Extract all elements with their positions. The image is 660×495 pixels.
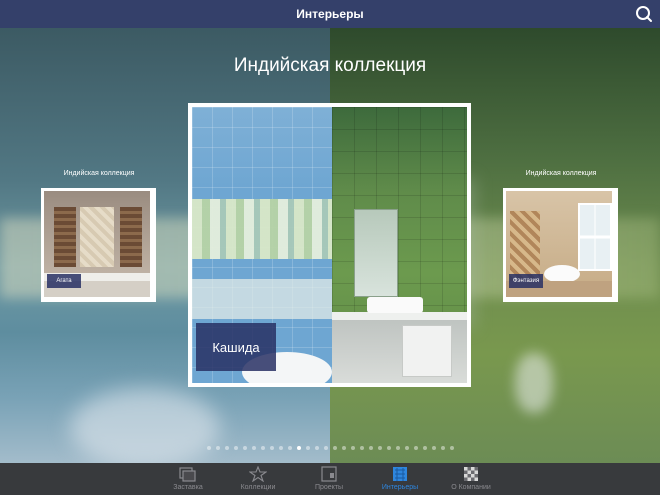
page-dot[interactable] bbox=[269, 446, 274, 450]
page-dot[interactable] bbox=[260, 446, 265, 450]
page-dot[interactable] bbox=[341, 446, 346, 450]
mirror bbox=[354, 209, 398, 297]
page-dot[interactable] bbox=[278, 446, 283, 450]
page-dot[interactable] bbox=[377, 446, 382, 450]
tab-collections[interactable]: Коллекции bbox=[223, 466, 293, 495]
projects-icon bbox=[320, 466, 338, 482]
collection-title: Индийская коллекция bbox=[233, 55, 427, 76]
tab-interiors[interactable]: Интерьеры bbox=[365, 466, 435, 495]
company-icon bbox=[462, 466, 480, 482]
right-interior-card[interactable]: Фэнтазия bbox=[503, 188, 618, 302]
cabinet bbox=[402, 325, 452, 377]
search-button[interactable] bbox=[634, 4, 654, 24]
top-navigation-bar: Интерьеры bbox=[0, 0, 660, 28]
tab-label: Коллекции bbox=[240, 484, 276, 491]
page-dot[interactable] bbox=[287, 446, 292, 450]
tab-projects[interactable]: Проекты bbox=[294, 466, 364, 495]
right-interior-photo: Фэнтазия bbox=[506, 191, 612, 297]
left-card-label: Агата bbox=[47, 274, 81, 288]
tab-company[interactable]: О Компании bbox=[436, 466, 506, 495]
page-dot[interactable] bbox=[314, 446, 319, 450]
left-interior-card[interactable]: Агата bbox=[41, 188, 156, 302]
sink bbox=[367, 297, 423, 313]
main-interior-card[interactable]: Кашида bbox=[188, 103, 471, 387]
page-dot[interactable] bbox=[404, 446, 409, 450]
page-dot[interactable] bbox=[332, 446, 337, 450]
left-card-caption: Индийская коллекция bbox=[63, 170, 135, 177]
page-dot[interactable] bbox=[413, 446, 418, 450]
page-dot[interactable] bbox=[350, 446, 355, 450]
tab-label: О Компании bbox=[451, 484, 491, 491]
page-title: Интерьеры bbox=[296, 7, 364, 21]
interiors-icon bbox=[391, 466, 409, 482]
page-dot[interactable] bbox=[215, 446, 220, 450]
left-interior-photo: Агата bbox=[44, 191, 150, 297]
page-dot-active[interactable] bbox=[296, 446, 301, 450]
page-dot[interactable] bbox=[395, 446, 400, 450]
page-indicator[interactable] bbox=[0, 446, 660, 450]
page-dot[interactable] bbox=[449, 446, 454, 450]
background-bathtub bbox=[70, 388, 220, 463]
star-icon bbox=[249, 466, 267, 482]
page-dot[interactable] bbox=[305, 446, 310, 450]
right-card-caption: Индийская коллекция bbox=[525, 170, 597, 177]
bottom-tab-bar: Заставка Коллекции Проекты Интерьеры О К bbox=[0, 463, 660, 495]
page-dot[interactable] bbox=[206, 446, 211, 450]
page-dot[interactable] bbox=[323, 446, 328, 450]
page-dot[interactable] bbox=[233, 446, 238, 450]
screensaver-icon bbox=[179, 466, 197, 482]
tab-screensaver[interactable]: Заставка bbox=[153, 466, 223, 495]
tab-label: Проекты bbox=[314, 484, 344, 491]
page-dot[interactable] bbox=[422, 446, 427, 450]
page-dot[interactable] bbox=[242, 446, 247, 450]
right-card-label: Фэнтазия bbox=[509, 274, 543, 288]
tab-label: Заставка bbox=[173, 484, 203, 491]
page-dot[interactable] bbox=[386, 446, 391, 450]
page-dot[interactable] bbox=[368, 446, 373, 450]
main-card-label: Кашида bbox=[196, 323, 276, 371]
page-dot[interactable] bbox=[431, 446, 436, 450]
page-dot[interactable] bbox=[224, 446, 229, 450]
background-vase bbox=[515, 353, 553, 413]
page-dot[interactable] bbox=[440, 446, 445, 450]
page-dot[interactable] bbox=[251, 446, 256, 450]
main-interior-photo: Кашида bbox=[192, 107, 467, 383]
tab-label: Интерьеры bbox=[381, 484, 419, 491]
page-dot[interactable] bbox=[359, 446, 364, 450]
search-icon bbox=[636, 6, 652, 22]
